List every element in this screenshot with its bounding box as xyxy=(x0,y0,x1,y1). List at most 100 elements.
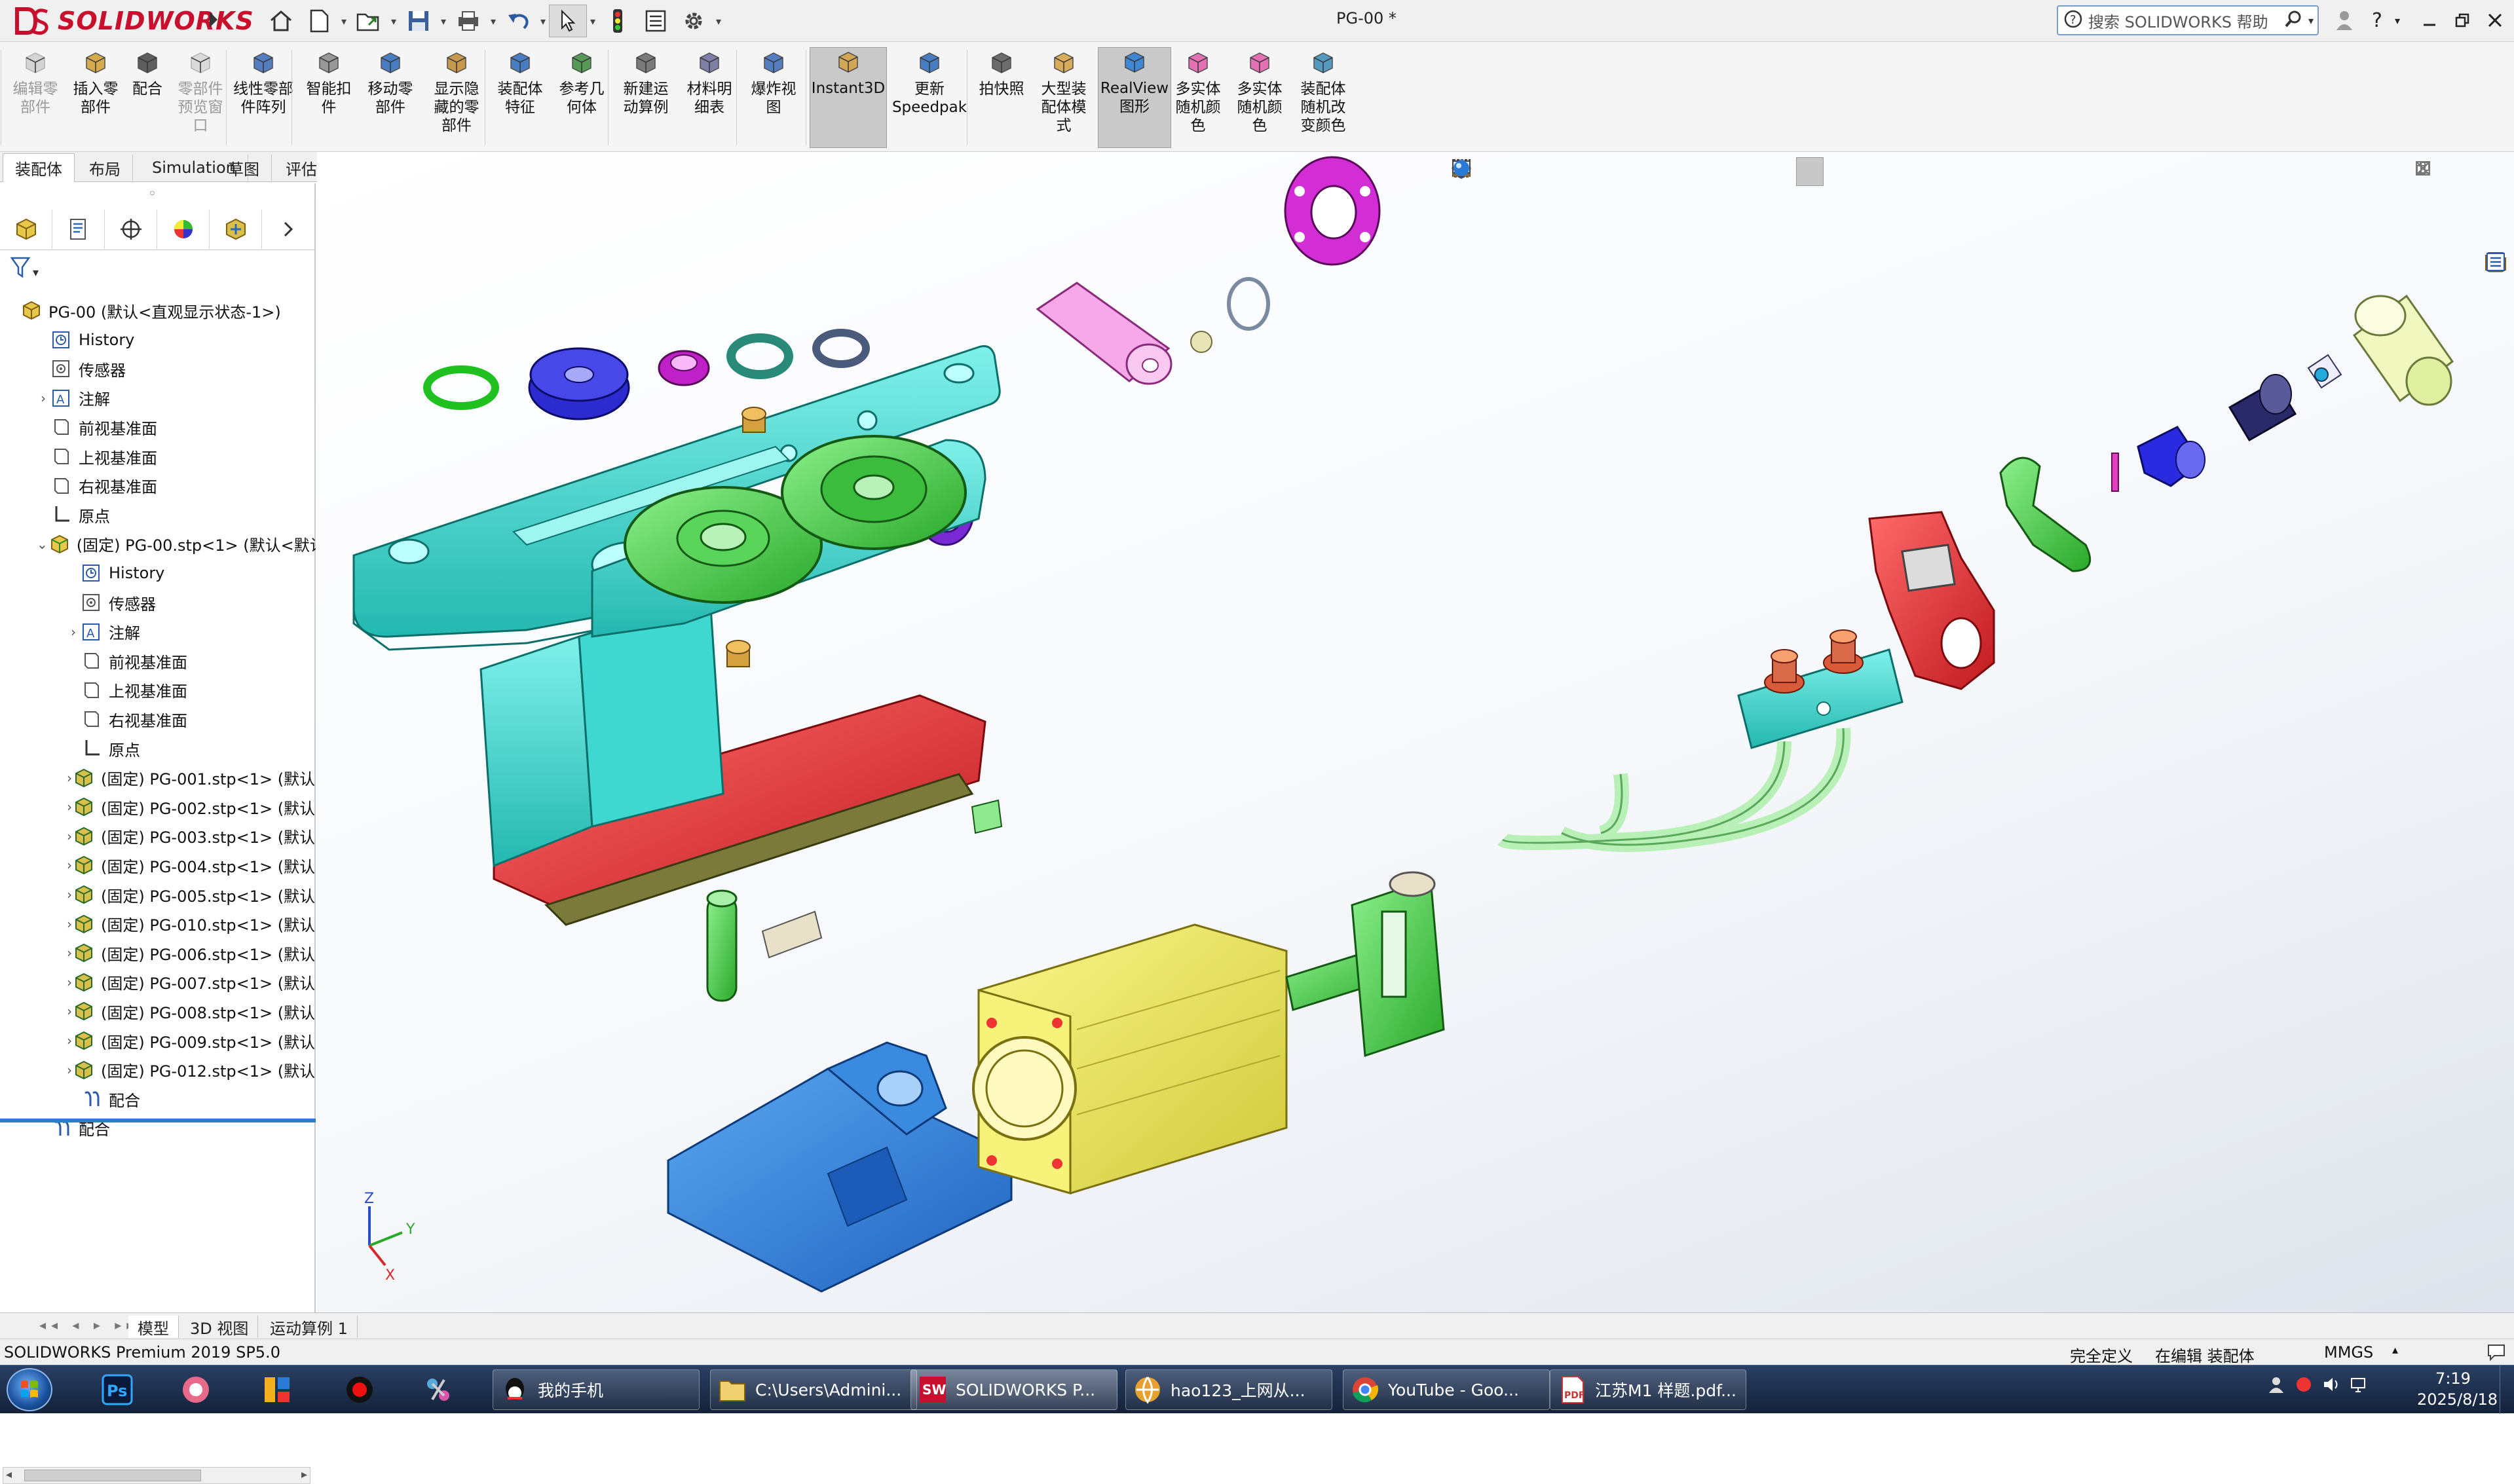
help-search-box[interactable]: ? 搜索 SOLIDWORKS 帮助 ▾ xyxy=(2057,5,2319,35)
tree-node[interactable]: History xyxy=(0,325,316,354)
bottom-tab-1[interactable]: 3D 视图 xyxy=(181,1316,259,1338)
panel-collapse-dot-icon[interactable]: ◦ xyxy=(148,186,157,202)
tree-node[interactable]: › (固定) PG-003.stp<1> (默认< xyxy=(0,822,316,851)
tree-node[interactable]: › (固定) PG-004.stp<1> (默认< xyxy=(0,851,316,880)
custom-properties-icon[interactable] xyxy=(2484,253,2513,443)
display-style-icon[interactable] xyxy=(1454,157,1666,186)
cmd-11-button[interactable]: 材料明 细表 xyxy=(681,48,738,147)
tree-expand-icon[interactable]: › xyxy=(67,1062,72,1078)
undo-dropdown-icon[interactable]: ▾ xyxy=(537,15,549,28)
windows-start-icon[interactable] xyxy=(7,1368,52,1411)
tree-node[interactable]: › (固定) PG-009.stp<1> (默认< xyxy=(0,1026,316,1055)
print-icon[interactable] xyxy=(449,5,487,37)
new-dropdown-icon[interactable]: ▾ xyxy=(338,15,350,28)
record-button-icon[interactable] xyxy=(338,1369,381,1410)
cmd-20-button[interactable]: 装配体 随机改 变颜色 xyxy=(1290,48,1356,147)
exploded-assembly-view[interactable]: Z Y X xyxy=(317,152,2514,1312)
green-hook-lever[interactable] xyxy=(1999,456,2092,572)
search-input[interactable]: 搜索 SOLIDWORKS 帮助 xyxy=(2088,9,2278,32)
previous-view-icon[interactable] xyxy=(1453,157,1541,186)
blue-piston[interactable] xyxy=(528,347,630,420)
cmd-6-button[interactable]: 移动零 部件 xyxy=(362,48,419,147)
taskbar-task-5[interactable]: PDF 江苏M1 样题.pdf... xyxy=(1550,1369,1746,1410)
cmd-4-button[interactable]: 线性零部 件阵列 xyxy=(231,48,296,147)
cmd-18-button[interactable]: 多实体 随机颜色 xyxy=(1170,48,1226,147)
tree-expand-icon[interactable]: › xyxy=(67,916,72,932)
tree-node[interactable]: 上视基准面 xyxy=(0,442,316,471)
scroll-right-icon[interactable]: ▸ xyxy=(301,1468,307,1481)
cmd-8-button[interactable]: 装配体 特征 xyxy=(493,48,548,147)
tree-expand-icon[interactable]: › xyxy=(67,799,72,815)
tray-alert-icon[interactable] xyxy=(2294,1375,2314,1397)
tab-1[interactable]: 布局 xyxy=(77,155,133,181)
comment-icon[interactable] xyxy=(2486,1343,2506,1365)
save-icon[interactable] xyxy=(400,5,438,37)
tree-node[interactable]: › (固定) PG-007.stp<1> (默认< xyxy=(0,968,316,997)
tree-expand-icon[interactable]: › xyxy=(37,390,50,406)
system-clock[interactable]: 7:19 2025/8/18 xyxy=(2417,1368,2498,1410)
cmd-14-button[interactable]: 更新 Speedpak xyxy=(892,48,967,147)
magenta-flange[interactable] xyxy=(1284,156,1381,266)
select-cursor-icon[interactable] xyxy=(549,5,587,37)
view-orientation-cube-icon[interactable] xyxy=(1452,157,1635,186)
help-dropdown-icon[interactable]: ▾ xyxy=(2390,5,2405,35)
tree-node[interactable]: 配合 xyxy=(0,1085,316,1113)
green-clevis[interactable] xyxy=(1351,871,1445,1058)
cmd-10-button[interactable]: 新建运 动算例 xyxy=(617,48,675,147)
tree-expand-icon[interactable]: ⌄ xyxy=(37,536,48,552)
new-document-icon[interactable] xyxy=(300,5,338,37)
cmd-5-button[interactable]: 智能扣件 xyxy=(301,48,356,147)
small-fitting[interactable] xyxy=(2307,354,2342,389)
tab-nav-arrows-icon[interactable]: ◂◂ ◂ ▸ ▸▸ xyxy=(39,1317,138,1333)
blue-elbow-fitting[interactable] xyxy=(2137,426,2205,487)
home-icon[interactable] xyxy=(262,5,300,37)
tray-network-icon[interactable] xyxy=(2349,1375,2369,1397)
cyan-manifold-block[interactable] xyxy=(1737,629,1904,749)
yellow-air-cylinder[interactable] xyxy=(972,923,1399,1195)
tree-node[interactable]: History xyxy=(0,559,316,587)
search-dropdown-icon[interactable]: ▾ xyxy=(2308,14,2317,27)
view-palette-icon[interactable] xyxy=(2484,253,2513,377)
cmd-9-button[interactable]: 参考几 何体 xyxy=(554,48,609,147)
small-ball[interactable] xyxy=(1190,331,1212,353)
print-dropdown-icon[interactable]: ▾ xyxy=(487,15,499,28)
display-manager-tab-icon[interactable] xyxy=(157,210,210,249)
tray-volume-icon[interactable] xyxy=(2321,1375,2341,1397)
realview-icon[interactable] xyxy=(1454,157,1824,186)
media-player-icon[interactable] xyxy=(174,1369,217,1410)
taskbar-task-3[interactable]: hao123_上网从... xyxy=(1125,1369,1332,1410)
options-dropdown-icon[interactable]: ▾ xyxy=(713,15,724,28)
scroll-thumb[interactable] xyxy=(24,1470,201,1481)
cmd-16-button[interactable]: 大型装 配体模式 xyxy=(1034,48,1094,147)
show-desktop-button[interactable] xyxy=(2500,1365,2514,1414)
file-properties-icon[interactable] xyxy=(637,5,675,37)
tree-expand-icon[interactable]: › xyxy=(67,974,72,990)
tree-node[interactable]: 原点 xyxy=(0,500,316,529)
taskbar-task-1[interactable]: C:\Users\Admini... xyxy=(710,1369,917,1410)
tree-node[interactable]: 右视基准面 xyxy=(0,472,316,500)
view-settings-icon[interactable] xyxy=(1452,157,1792,186)
tree-node[interactable]: › A 注解 xyxy=(0,618,316,646)
tree-node[interactable]: › (固定) PG-006.stp<1> (默认< xyxy=(0,938,316,967)
panel-separator[interactable] xyxy=(0,1119,316,1122)
panel-horizontal-scrollbar[interactable]: ◂ ▸ xyxy=(3,1467,310,1484)
unit-dropdown-icon[interactable]: ▴ xyxy=(2392,1343,2398,1357)
cmd-17-button[interactable]: RealView 图形 xyxy=(1098,47,1171,148)
tree-expand-icon[interactable]: › xyxy=(67,857,72,873)
taskbar-task-0[interactable]: 我的手机 xyxy=(493,1369,700,1410)
tree-node[interactable]: 传感器 xyxy=(0,354,316,383)
property-manager-tab-icon[interactable] xyxy=(52,210,105,249)
save-dropdown-icon[interactable]: ▾ xyxy=(438,15,449,28)
tree-expand-icon[interactable]: › xyxy=(67,887,72,902)
bottom-tab-0[interactable]: 模型 xyxy=(128,1316,179,1338)
navy-fitting[interactable] xyxy=(2228,374,2297,442)
magenta-pin[interactable] xyxy=(2111,453,2119,492)
tree-expand-icon[interactable]: › xyxy=(67,1003,72,1019)
dimxpert-tab-icon[interactable] xyxy=(210,210,262,249)
cmd-12-button[interactable]: 爆炸视图 xyxy=(743,48,804,147)
tree-filter-icon[interactable]: ▾ xyxy=(9,254,48,280)
tray-user-icon[interactable] xyxy=(2266,1375,2286,1397)
pale-green-tubing[interactable] xyxy=(1497,728,1851,852)
tree-expand-icon[interactable]: › xyxy=(67,624,80,640)
network-tool-icon[interactable] xyxy=(417,1369,460,1410)
